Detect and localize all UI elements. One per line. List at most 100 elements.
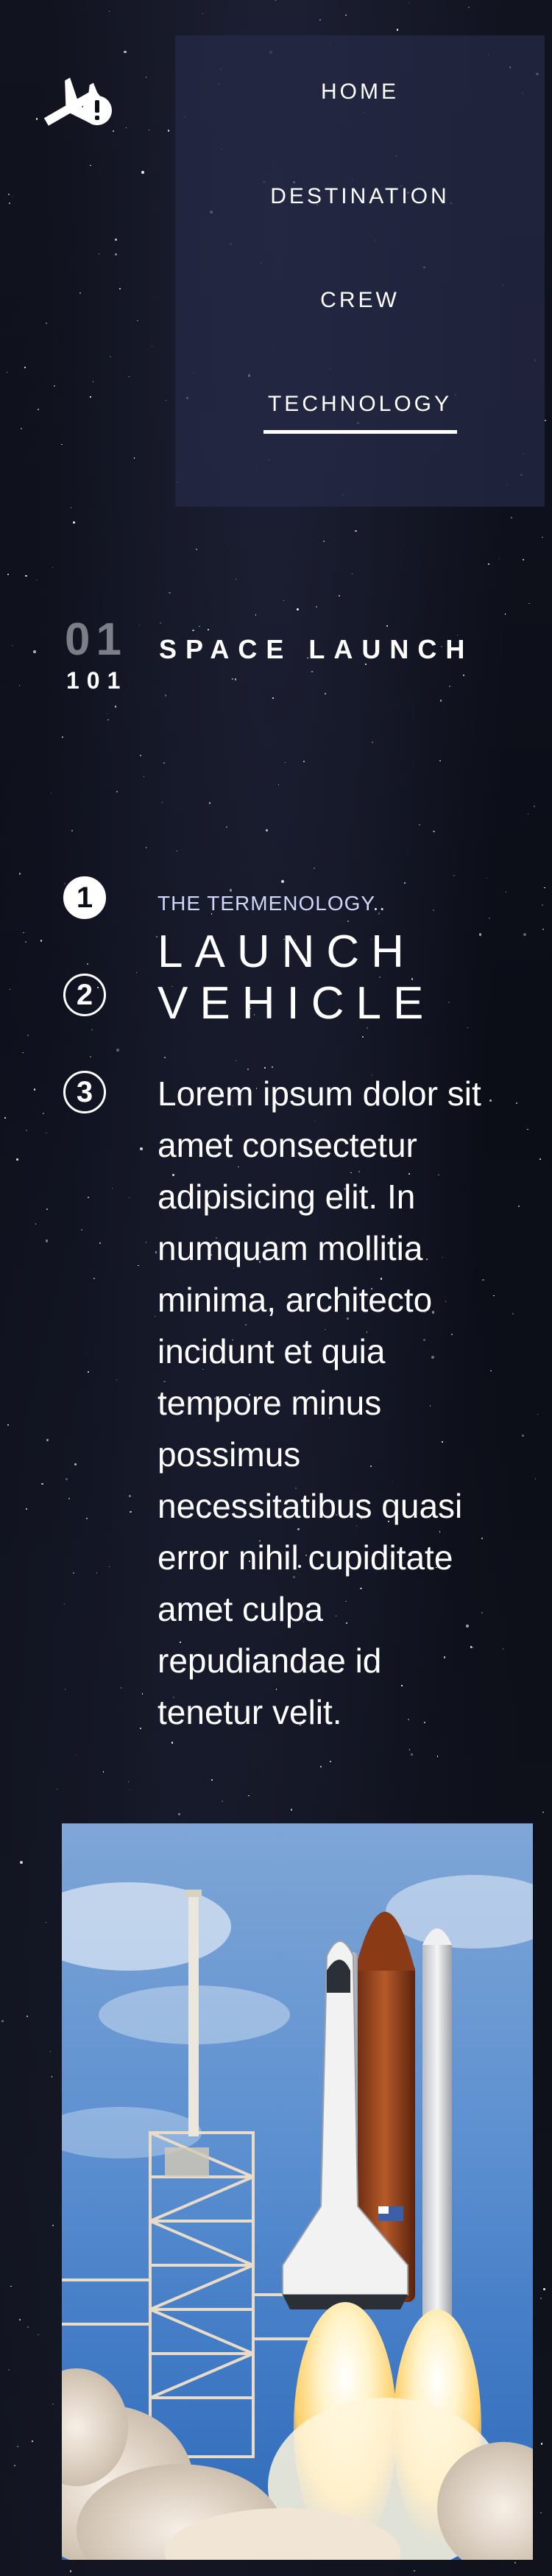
star: [107, 719, 109, 721]
star: [96, 1572, 98, 1574]
star: [79, 292, 82, 294]
star: [33, 1088, 35, 1091]
star: [115, 239, 117, 241]
star: [489, 1099, 492, 1102]
star: [272, 697, 274, 699]
star: [191, 629, 194, 632]
nav-item-home[interactable]: HOME: [175, 80, 545, 105]
star: [408, 1749, 411, 1751]
nav-item-technology[interactable]: TECHNOLOGY: [175, 392, 545, 434]
star: [128, 1495, 132, 1498]
logo[interactable]: [35, 65, 118, 131]
star: [319, 1765, 322, 1768]
star: [493, 1295, 495, 1297]
nav-label: HOME: [321, 80, 399, 104]
star: [165, 694, 167, 697]
star: [72, 521, 75, 524]
star: [413, 2570, 415, 2572]
star: [139, 754, 141, 756]
star: [202, 13, 203, 15]
star: [290, 1809, 292, 1811]
star: [140, 1147, 144, 1150]
star: [330, 1761, 332, 1763]
section-number: 01: [65, 614, 127, 665]
star: [311, 670, 313, 672]
technology-content: THE TERMENOLOGY.. LAUNCH VEHICLE Lorem i…: [158, 891, 481, 1738]
star: [167, 130, 170, 132]
star: [545, 419, 546, 421]
star: [440, 700, 442, 702]
star: [542, 928, 545, 930]
star: [208, 629, 209, 630]
star: [74, 1463, 77, 1465]
star: [481, 1612, 484, 1613]
star: [14, 2464, 15, 2466]
star: [210, 1779, 213, 1781]
star: [118, 287, 121, 289]
star: [4, 1116, 6, 1119]
star: [522, 1435, 524, 1437]
nav-label: DESTINATION: [270, 184, 450, 208]
pager-button-1[interactable]: 1: [63, 876, 106, 919]
star: [19, 2319, 21, 2321]
star: [9, 203, 10, 204]
star: [171, 1742, 173, 1744]
star: [196, 549, 197, 550]
star: [69, 2570, 71, 2572]
star: [345, 14, 347, 16]
star: [322, 541, 325, 543]
star: [338, 594, 340, 597]
star: [25, 1129, 28, 1131]
star: [26, 2015, 29, 2017]
star: [90, 396, 91, 398]
plane-alert-icon: [43, 77, 112, 126]
vehicle-description: Lorem ipsum dolor sit amet consectetur a…: [158, 1074, 481, 1731]
star: [266, 829, 269, 831]
star: [514, 2562, 516, 2564]
star: [16, 1158, 18, 1161]
star: [61, 443, 63, 446]
star: [76, 1754, 77, 1756]
star: [8, 193, 10, 196]
nav-item-destination[interactable]: DESTINATION: [175, 184, 545, 209]
star: [46, 1132, 47, 1134]
star: [128, 1197, 130, 1199]
star: [498, 557, 500, 560]
star: [284, 761, 286, 764]
star: [534, 1477, 537, 1479]
star: [504, 613, 506, 615]
star: [225, 826, 227, 828]
star: [439, 760, 442, 762]
star: [80, 1228, 82, 1231]
star: [542, 536, 543, 538]
star: [35, 1223, 37, 1225]
star: [52, 2225, 54, 2227]
star: [539, 1158, 541, 1160]
nav-menu: HOME DESTINATION CREW TECHNOLOGY: [175, 35, 545, 507]
star: [283, 599, 285, 601]
star: [319, 19, 322, 21]
star: [16, 2445, 19, 2448]
star: [537, 1413, 539, 1415]
star: [277, 784, 280, 786]
star: [148, 129, 150, 131]
star: [248, 1795, 250, 1797]
star: [542, 1811, 544, 1813]
star: [540, 2443, 543, 2445]
star: [325, 693, 326, 694]
star: [482, 1278, 484, 1281]
star: [42, 1113, 44, 1115]
star: [130, 1510, 132, 1513]
star: [46, 1208, 48, 1211]
star: [21, 427, 23, 429]
pager-button-2[interactable]: 2: [63, 974, 106, 1016]
star: [88, 1370, 90, 1373]
nav-item-crew[interactable]: CREW: [175, 288, 545, 313]
star: [234, 678, 236, 680]
pager-button-3[interactable]: 3: [63, 1071, 106, 1113]
star: [110, 356, 112, 358]
star: [351, 572, 353, 574]
star: [128, 376, 130, 378]
star: [408, 1, 409, 3]
star: [543, 2288, 545, 2290]
